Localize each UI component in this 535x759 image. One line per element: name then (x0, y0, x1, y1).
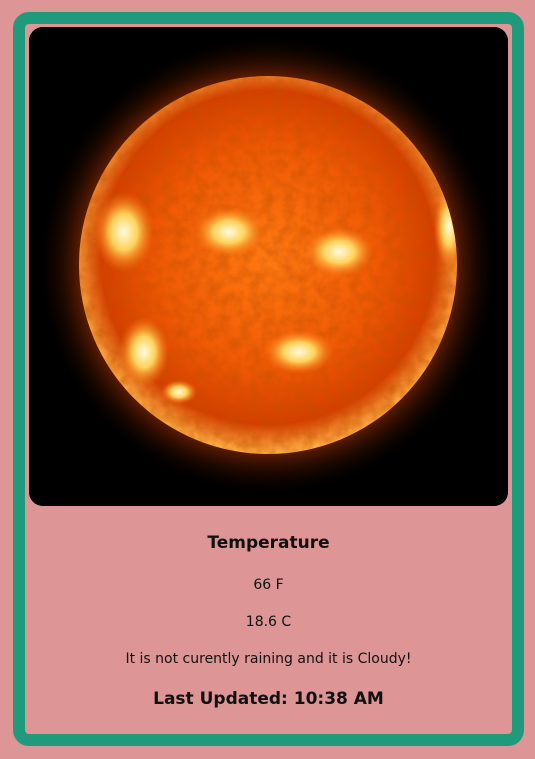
card-content: Temperature 66 F 18.6 C It is not curent… (13, 12, 524, 746)
weather-description: It is not curently raining and it is Clo… (125, 651, 412, 667)
sun-illustration (29, 27, 508, 506)
last-updated: Last Updated: 10:38 AM (153, 689, 384, 709)
temperature-heading: Temperature (207, 533, 330, 553)
temperature-celsius: 18.6 C (245, 614, 292, 630)
sun-image (29, 27, 508, 506)
temperature-fahrenheit: 66 F (253, 577, 284, 593)
